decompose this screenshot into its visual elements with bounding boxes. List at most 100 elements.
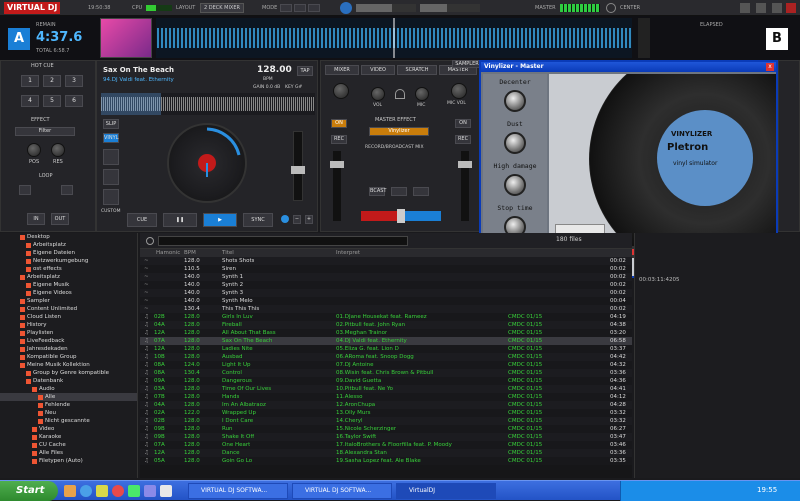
- tap-button[interactable]: TAP: [297, 66, 313, 76]
- table-row[interactable]: ♫ 07B 128.0 Hands 11.Alesso CMDC 01/15 04:12: [140, 393, 632, 401]
- rec-button-right[interactable]: REC: [455, 135, 471, 144]
- table-row[interactable]: ♫ 09B 128.0 Shake It Off 16.Taylor Swift CMDC…: [140, 433, 632, 441]
- effect-res-knob[interactable]: [51, 143, 65, 157]
- column-header-bpm[interactable]: BPM: [184, 249, 196, 257]
- quicklaunch-icon-5[interactable]: [128, 485, 140, 497]
- cue-button[interactable]: CUE: [127, 213, 157, 227]
- tree-item[interactable]: Arbeitsplatz: [0, 273, 137, 281]
- table-row[interactable]: ♫ 12A 128.0 Ladies Nite 05.Eliza G. feat. Li…: [140, 345, 632, 353]
- hot-cue-3[interactable]: 3: [65, 75, 83, 87]
- tree-item[interactable]: Fehlende: [0, 401, 137, 409]
- deck-btn-b[interactable]: [103, 169, 119, 185]
- channel-b-fader[interactable]: [458, 151, 472, 221]
- tree-item[interactable]: Netzwerkumgebung: [0, 257, 137, 265]
- table-row[interactable]: ♫ 02A 122.0 Wrapped Up 13.Olly Murs CMDC 01/1…: [140, 409, 632, 417]
- deck-btn-a[interactable]: [103, 149, 119, 165]
- table-row[interactable]: ~140.0 Synth 3 00:02: [140, 289, 632, 297]
- tree-item[interactable]: CU Cache: [0, 441, 137, 449]
- effect-select[interactable]: Filter: [15, 127, 75, 136]
- table-row[interactable]: ♫ 09B 128.0 Run 15.Nicole Scherzinger CMDC 01…: [140, 425, 632, 433]
- tree-item[interactable]: Alle: [0, 393, 137, 401]
- tree-item[interactable]: Nicht gescannte: [0, 417, 137, 425]
- table-row[interactable]: ♫ 02B 128.0 Girls In Luv 01.DJane Housekat f…: [140, 313, 632, 321]
- pitch-handle[interactable]: [291, 166, 305, 174]
- tree-item[interactable]: Playlisten: [0, 329, 137, 337]
- tree-item[interactable]: Alle Files: [0, 449, 137, 457]
- fx-on-button[interactable]: ON: [331, 119, 347, 128]
- table-row[interactable]: ~140.0 Synth 2 00:02: [140, 281, 632, 289]
- quicklaunch-icon-2[interactable]: [80, 485, 92, 497]
- effect-pos-knob[interactable]: [27, 143, 41, 157]
- table-row[interactable]: ~130.4 This This This 00:02: [140, 305, 632, 313]
- loop-double-button[interactable]: [61, 185, 73, 195]
- tree-item[interactable]: Datenbank: [0, 377, 137, 385]
- table-row[interactable]: ~128.0 Shots Shots 00:02: [140, 257, 632, 265]
- tab-video[interactable]: VIDEO: [361, 65, 395, 75]
- tree-item[interactable]: Group by Genre kompatible: [0, 369, 137, 377]
- tree-item[interactable]: Jahresdekaden: [0, 345, 137, 353]
- column-header-artist[interactable]: Interpret: [336, 249, 360, 257]
- taskbar-button-1[interactable]: VIRTUAL DJ SOFTWA...: [188, 483, 288, 499]
- table-row[interactable]: ~110.5 Siren 00:02: [140, 265, 632, 273]
- loop-out-button[interactable]: OUT: [51, 213, 69, 225]
- table-row[interactable]: ♫ 04A 128.0 Im An Albatraoz 12.AronChupa CMDC…: [140, 401, 632, 409]
- hot-cue-2[interactable]: 2: [43, 75, 61, 87]
- table-row[interactable]: ♫ 12A 128.0 All About That Bass 03.Meghan Tr…: [140, 329, 632, 337]
- quicklaunch-icon-7[interactable]: [160, 485, 172, 497]
- tree-item[interactable]: Cloud Listen: [0, 313, 137, 321]
- quicklaunch-icon-1[interactable]: [64, 485, 76, 497]
- taskbar-button-3[interactable]: VirtualDJ: [396, 483, 496, 499]
- channel-a-fader[interactable]: [330, 151, 344, 221]
- tree-item[interactable]: Video: [0, 425, 137, 433]
- vol-knob[interactable]: [371, 87, 385, 101]
- sync-icon[interactable]: [340, 2, 352, 14]
- table-row[interactable]: ~140.0 Synth Melo 00:04: [140, 297, 632, 305]
- rec-button-left[interactable]: REC: [331, 135, 347, 144]
- layout-select[interactable]: 2 DECK MIXER: [200, 3, 244, 13]
- table-row[interactable]: ♫ 08A 130.4 Control 08.Wisin feat. Chris Bro…: [140, 369, 632, 377]
- table-row[interactable]: ♫ 10B 128.0 Ausbad 06.ARoma feat. Snoop Dogg…: [140, 353, 632, 361]
- key-lock-icon[interactable]: [281, 215, 289, 223]
- tree-item[interactable]: Audio: [0, 385, 137, 393]
- mode-button-3[interactable]: [308, 4, 320, 12]
- bcast-button[interactable]: BCAST: [369, 187, 386, 196]
- start-button[interactable]: Start: [0, 481, 58, 501]
- tree-item[interactable]: Arbeitsplatz: [0, 241, 137, 249]
- maximize-icon[interactable]: [772, 3, 782, 13]
- play-button[interactable]: ▶: [203, 213, 237, 227]
- pitch-plus-button[interactable]: +: [305, 215, 313, 224]
- taskbar-button-2[interactable]: VIRTUAL DJ SOFTWA...: [292, 483, 392, 499]
- table-row[interactable]: ♫ 02B 128.0 I Dont Care 14.Cheryl CMDC 01/15 0…: [140, 417, 632, 425]
- tab-scratch[interactable]: SCRATCH: [397, 65, 437, 75]
- tree-item[interactable]: History: [0, 321, 137, 329]
- quicklaunch-icon-3[interactable]: [96, 485, 108, 497]
- table-row[interactable]: ♫ 03A 128.0 Time Of Our Lives 10.Pitbull fea…: [140, 385, 632, 393]
- tree-item[interactable]: Sampler: [0, 297, 137, 305]
- pitch-slider[interactable]: [291, 131, 305, 201]
- quicklaunch-icon-6[interactable]: [144, 485, 156, 497]
- deck-a-overview-waveform[interactable]: [101, 93, 315, 115]
- table-row[interactable]: ♫ 04A 128.0 Fireball 02.Pitbull feat. John R…: [140, 321, 632, 329]
- close-icon[interactable]: [786, 3, 796, 13]
- file-button[interactable]: [413, 187, 429, 196]
- vinylizer-close-icon[interactable]: x: [766, 63, 774, 71]
- pause-button[interactable]: ❚❚: [163, 213, 197, 227]
- table-row[interactable]: ♫ 07A 128.0 Sax On The Beach 04.DJ Valdi fea…: [140, 337, 632, 345]
- quicklaunch-icon-4[interactable]: [112, 485, 124, 497]
- jog-wheel[interactable]: [167, 123, 247, 203]
- master-vol-knob[interactable]: [333, 83, 349, 99]
- tree-item[interactable]: Desktop: [0, 233, 137, 241]
- tree-item[interactable]: ost effects: [0, 265, 137, 273]
- loop-in-button[interactable]: IN: [27, 213, 45, 225]
- table-row[interactable]: ♫ 12A 128.0 Dance 18.Alexandra Stan CMDC 01/1…: [140, 449, 632, 457]
- column-header-title[interactable]: Titel: [222, 249, 234, 257]
- table-row[interactable]: ♫ 07A 128.0 One Heart 17.ItaloBrothers & Flo…: [140, 441, 632, 449]
- decenter-knob[interactable]: [504, 90, 526, 112]
- table-row[interactable]: ♫ 05A 128.0 Goin Go Lo 19.Sasha Lopez feat. …: [140, 457, 632, 465]
- settings-icon[interactable]: [740, 3, 750, 13]
- high-damage-knob[interactable]: [504, 174, 526, 196]
- crossfader[interactable]: [361, 209, 441, 223]
- crossfader-curve[interactable]: [356, 4, 416, 12]
- tree-item[interactable]: Karaoke: [0, 433, 137, 441]
- sampler-tab[interactable]: SAMPLER: [452, 60, 482, 68]
